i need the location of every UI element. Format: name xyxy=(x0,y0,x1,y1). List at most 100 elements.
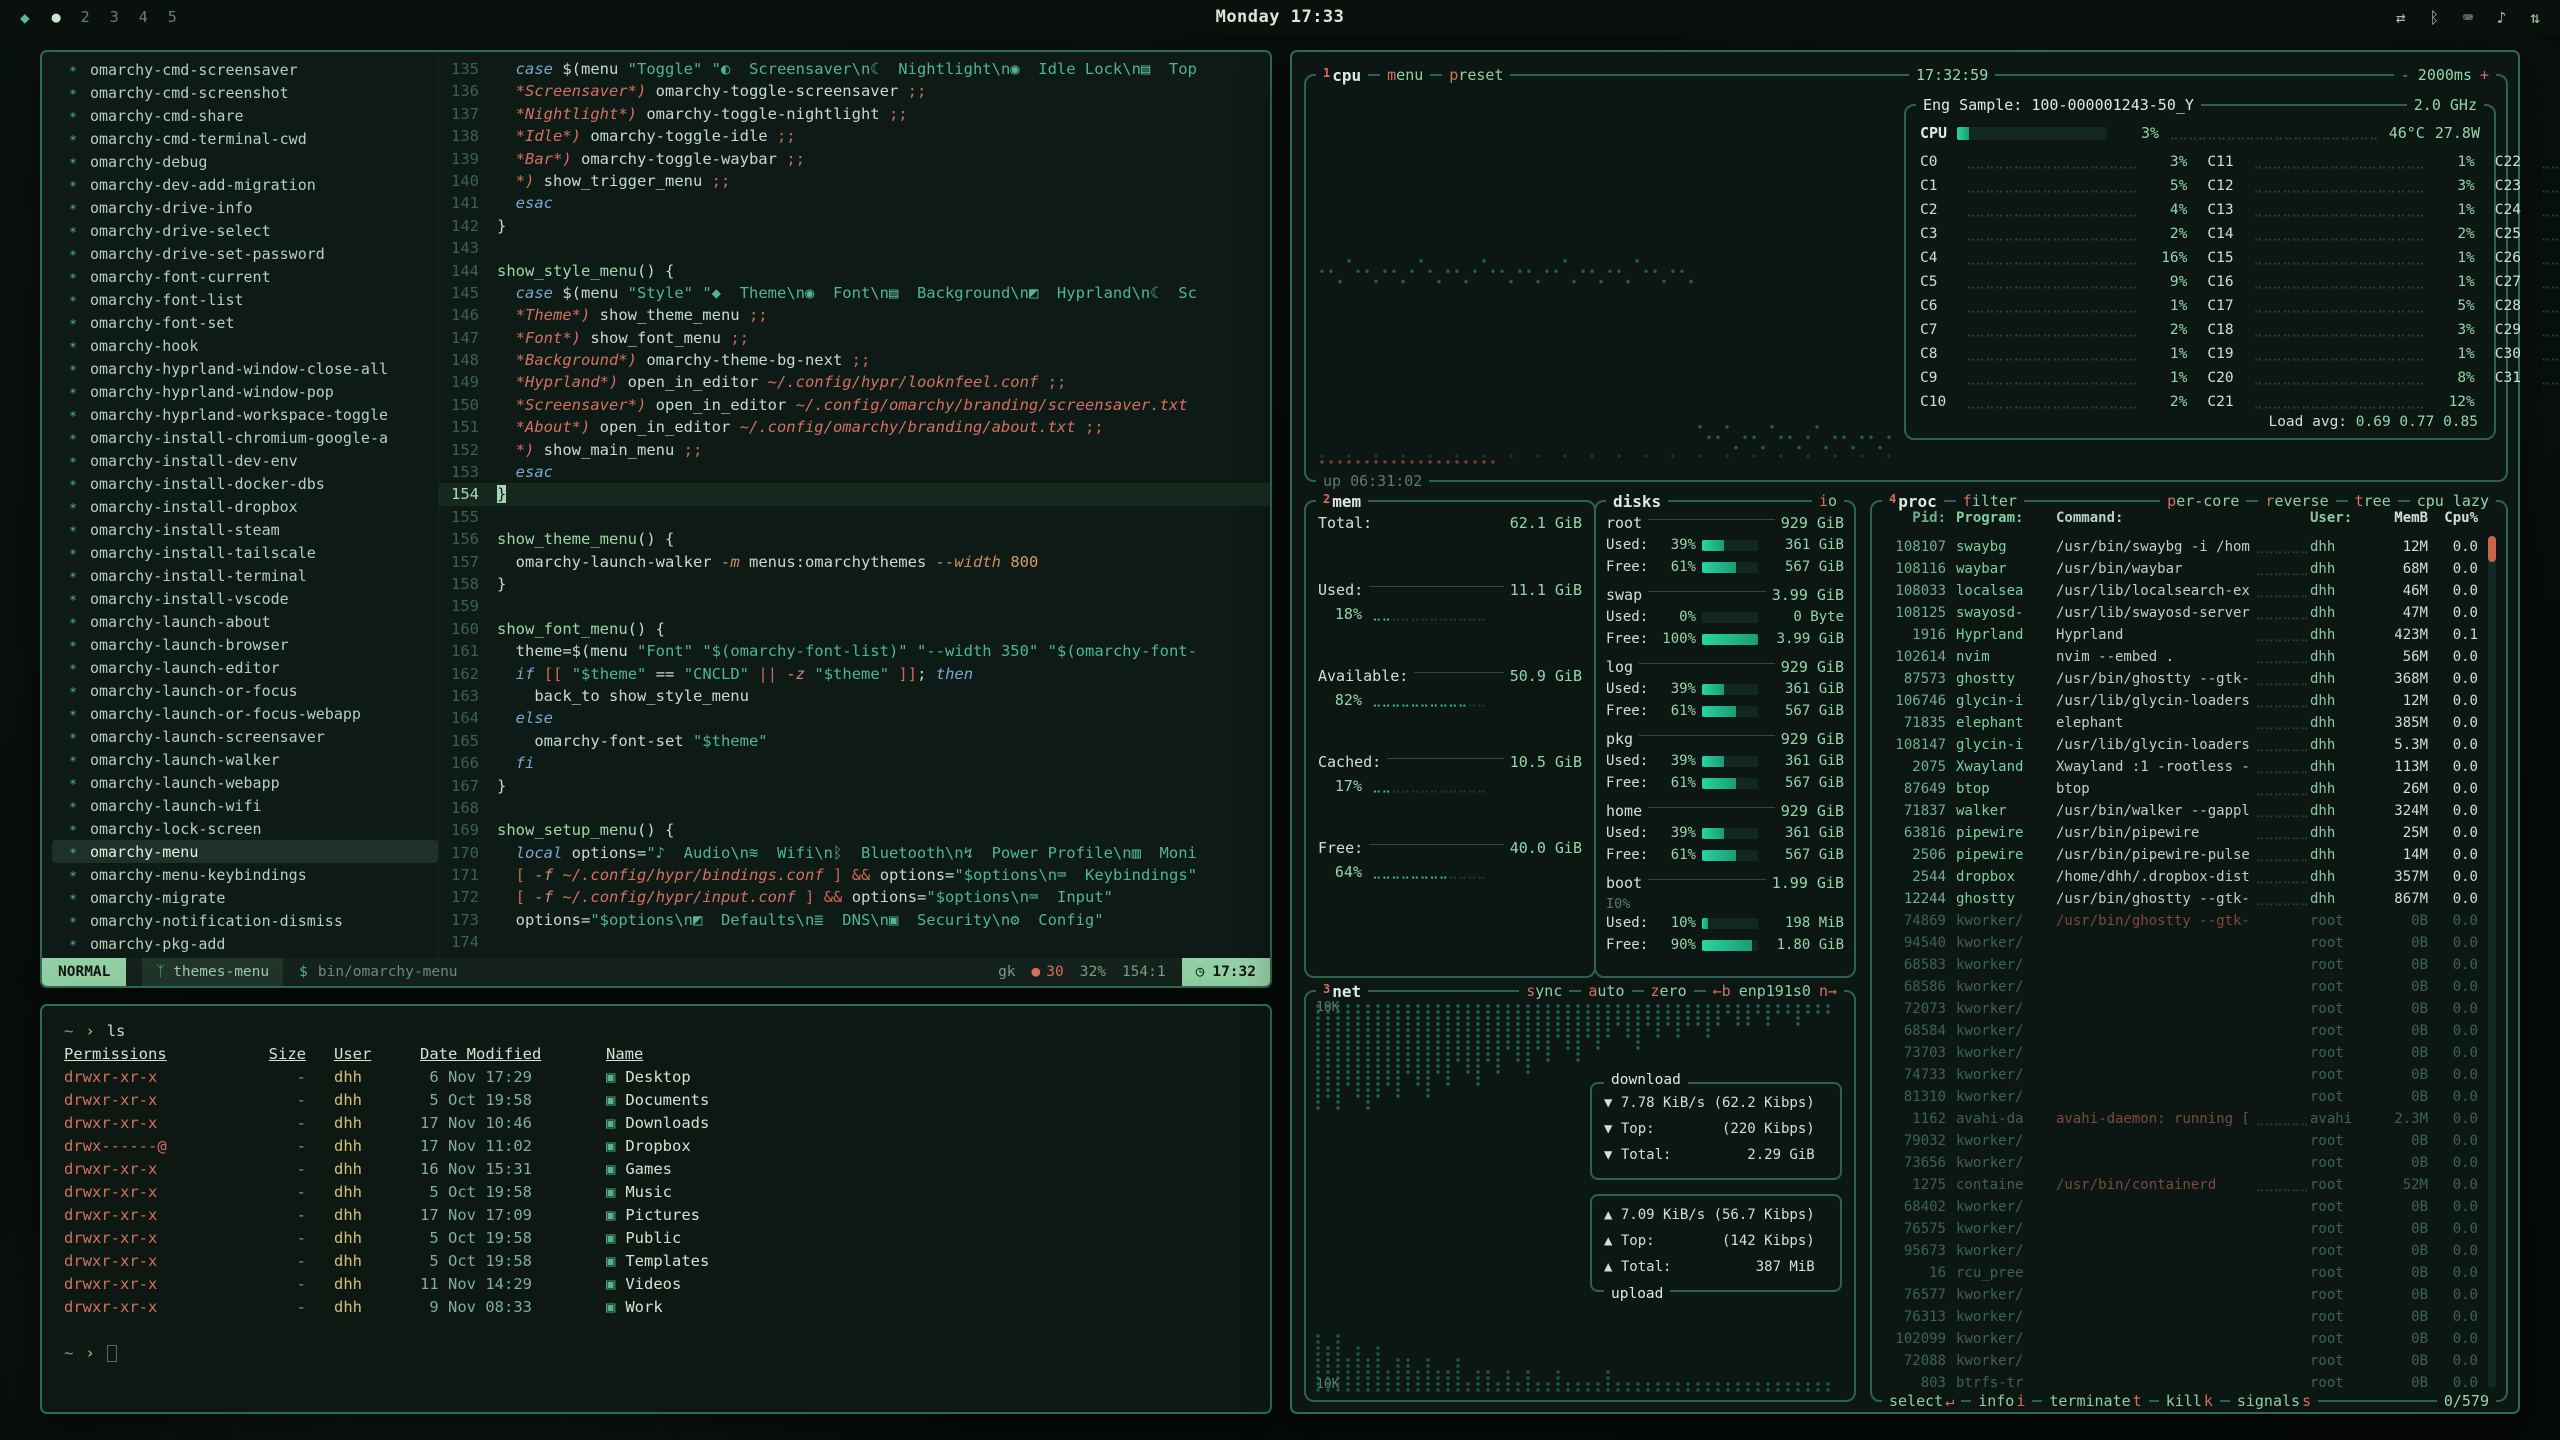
directory-name[interactable]: ▣Videos xyxy=(606,1273,681,1296)
menu-button[interactable]: menu xyxy=(1380,66,1430,84)
file-tree-item[interactable]: ∗omarchy-drive-info xyxy=(52,196,438,219)
per-core-button[interactable]: per-core xyxy=(2160,492,2246,510)
workspace-5[interactable]: 5 xyxy=(168,8,177,26)
file-tree-item[interactable]: ∗omarchy-launch-screensaver xyxy=(52,725,438,748)
process-row[interactable]: 68584kworker/root0B0.0 xyxy=(1884,1020,2478,1042)
clock[interactable]: Monday 17:33 xyxy=(1216,7,1345,27)
file-tree-item[interactable]: ∗omarchy-cmd-share xyxy=(52,104,438,127)
file-tree-item[interactable]: ∗omarchy-menu xyxy=(52,840,438,863)
proc-columns-header[interactable]: Pid: Program: Command: User: MemB Cpu% xyxy=(1884,510,2478,534)
proc-scrollbar-thumb[interactable] xyxy=(2488,536,2496,562)
file-tree-item[interactable]: ∗omarchy-cmd-screensaver xyxy=(52,58,438,81)
directory-name[interactable]: ▣Desktop xyxy=(606,1066,691,1089)
process-row[interactable]: 76577kworker/root0B0.0 xyxy=(1884,1284,2478,1306)
interval-increase-button[interactable]: + xyxy=(2480,66,2489,84)
file-tree-item[interactable]: ∗omarchy-drive-set-password xyxy=(52,242,438,265)
process-row[interactable]: 2544dropbox/home/dhh/.dropbox-dist⣀⣀⣀⣀⣀⣀… xyxy=(1884,866,2478,888)
process-row[interactable]: 72088kworker/root0B0.0 xyxy=(1884,1350,2478,1372)
directory-name[interactable]: ▣Downloads xyxy=(606,1112,709,1135)
file-tree-item[interactable]: ∗omarchy-drive-select xyxy=(52,219,438,242)
file-tree-item[interactable]: ∗omarchy-font-set xyxy=(52,311,438,334)
file-tree-item[interactable]: ∗omarchy-cmd-terminal-cwd xyxy=(52,127,438,150)
file-tree-item[interactable]: ∗omarchy-launch-walker xyxy=(52,748,438,771)
preset-button[interactable]: preset xyxy=(1442,66,1510,84)
process-list[interactable]: 108107swaybg/usr/bin/swaybg -i /hom⣀⣀⣀⣀⣀… xyxy=(1884,536,2478,1388)
proc-scrollbar[interactable] xyxy=(2488,536,2496,1388)
process-row[interactable]: 68402kworker/root0B0.0 xyxy=(1884,1196,2478,1218)
process-row[interactable]: 102614nvimnvim --embed .⣀⣀⣀⣀⣀⣀dhh56M0.0 xyxy=(1884,646,2478,668)
process-row[interactable]: 68583kworker/root0B0.0 xyxy=(1884,954,2478,976)
process-row[interactable]: 1275containe/usr/bin/containerd⣀⣀⣀⣀⣀⣀roo… xyxy=(1884,1174,2478,1196)
file-tree-item[interactable]: ∗omarchy-lock-screen xyxy=(52,817,438,840)
sort-mode[interactable]: cpu lazy xyxy=(2410,492,2496,510)
process-row[interactable]: 72073kworker/root0B0.0 xyxy=(1884,998,2478,1020)
proc-select-button[interactable]: select ↵ xyxy=(1882,1392,1961,1410)
process-row[interactable]: 108125swayosd-/usr/lib/swayosd-server⣀⣀⣀… xyxy=(1884,602,2478,624)
process-row[interactable]: 74869kworker//usr/bin/ghostty --gtk-root… xyxy=(1884,910,2478,932)
launcher-icon[interactable]: ◆ xyxy=(20,8,30,27)
file-tree-item[interactable]: ∗omarchy-install-dropbox xyxy=(52,495,438,518)
interval-decrease-button[interactable]: - xyxy=(2401,66,2410,84)
file-tree-item[interactable]: ∗omarchy-install-terminal xyxy=(52,564,438,587)
process-row[interactable]: 73703kworker/root0B0.0 xyxy=(1884,1042,2478,1064)
process-row[interactable]: 2075XwaylandXwayland :1 -rootless -⣀⣀⣀⣀⣀… xyxy=(1884,756,2478,778)
tree-button[interactable]: tree xyxy=(2348,492,2398,510)
directory-name[interactable]: ▣Templates xyxy=(606,1250,709,1273)
diagnostics-badge[interactable]: ● 30 xyxy=(1032,964,1064,980)
process-row[interactable]: 71837walker/usr/bin/walker --gappl⣀⣀⣀⣀⣀⣀… xyxy=(1884,800,2478,822)
file-tree-item[interactable]: ∗omarchy-font-current xyxy=(52,265,438,288)
proc-signals-button[interactable]: signals s xyxy=(2230,1392,2318,1410)
file-tree-item[interactable]: ∗omarchy-menu-keybindings xyxy=(52,863,438,886)
file-tree-item[interactable]: ∗omarchy-install-tailscale xyxy=(52,541,438,564)
git-branch[interactable]: ᛉ themes-menu xyxy=(142,958,283,986)
proc-terminate-button[interactable]: terminate t xyxy=(2042,1392,2148,1410)
directory-name[interactable]: ▣Games xyxy=(606,1158,672,1181)
process-row[interactable]: 108033localsea/usr/lib/localsearch-ex⣀⣀⣀… xyxy=(1884,580,2478,602)
screen-share-icon[interactable]: ⇄ xyxy=(2396,8,2406,27)
workspace-1[interactable]: ● xyxy=(52,8,61,26)
file-tree-item[interactable]: ∗omarchy-migrate xyxy=(52,886,438,909)
file-tree-item[interactable]: ∗omarchy-install-docker-dbs xyxy=(52,472,438,495)
directory-name[interactable]: ▣Dropbox xyxy=(606,1135,691,1158)
process-row[interactable]: 81310kworker/root0B0.0 xyxy=(1884,1086,2478,1108)
keyboard-icon[interactable]: ⌨ xyxy=(2463,8,2473,27)
directory-name[interactable]: ▣Music xyxy=(606,1181,672,1204)
network-icon[interactable]: ⇅ xyxy=(2530,8,2540,27)
process-row[interactable]: 94540kworker/root0B0.0 xyxy=(1884,932,2478,954)
io-mode-button[interactable]: io xyxy=(1812,492,1844,510)
process-row[interactable]: 1916HyprlandHyprland⣀⣀⣀⣀⣀⣀dhh423M0.1 xyxy=(1884,624,2478,646)
process-row[interactable]: 63816pipewire/usr/bin/pipewire⣀⣀⣀⣀⣀⣀dhh2… xyxy=(1884,822,2478,844)
proc-info-button[interactable]: info i xyxy=(1971,1392,2032,1410)
file-tree-item[interactable]: ∗omarchy-hook xyxy=(52,334,438,357)
process-row[interactable]: 16rcu_preeroot0B0.0 xyxy=(1884,1262,2478,1284)
file-tree-item[interactable]: ∗omarchy-launch-editor xyxy=(52,656,438,679)
code-area[interactable]: 135 case $(menu "Toggle" "◐ Screensaver\… xyxy=(438,52,1270,958)
process-row[interactable]: 108116waybar/usr/bin/waybar⣀⣀⣀⣀⣀⣀dhh68M0… xyxy=(1884,558,2478,580)
file-tree-item[interactable]: ∗omarchy-launch-wifi xyxy=(52,794,438,817)
file-tree-item[interactable]: ∗omarchy-launch-browser xyxy=(52,633,438,656)
process-row[interactable]: 76313kworker/root0B0.0 xyxy=(1884,1306,2478,1328)
process-row[interactable]: 87573ghostty/usr/bin/ghostty --gtk-⣀⣀⣀⣀⣀… xyxy=(1884,668,2478,690)
file-tree-item[interactable]: ∗omarchy-cmd-screenshot xyxy=(52,81,438,104)
process-row[interactable]: 71835elephantelephant⣀⣀⣀⣀⣀⣀dhh385M0.0 xyxy=(1884,712,2478,734)
process-row[interactable]: 108107swaybg/usr/bin/swaybg -i /hom⣀⣀⣀⣀⣀… xyxy=(1884,536,2478,558)
file-tree-item[interactable]: ∗omarchy-hyprland-workspace-toggle xyxy=(52,403,438,426)
directory-name[interactable]: ▣Public xyxy=(606,1227,681,1250)
file-tree-item[interactable]: ∗omarchy-notification-dismiss xyxy=(52,909,438,932)
workspace-4[interactable]: 4 xyxy=(139,8,148,26)
prompt-line-empty[interactable]: ~› xyxy=(64,1342,1248,1365)
process-row[interactable]: 108147glycin-i/usr/lib/glycin-loaders⣀⣀⣀… xyxy=(1884,734,2478,756)
terminal-window[interactable]: ~›ls Permissions Size User Date Modified… xyxy=(40,1004,1272,1414)
file-tree-item[interactable]: ∗omarchy-launch-webapp xyxy=(52,771,438,794)
process-row[interactable]: 803btrfs-trroot0B0.0 xyxy=(1884,1372,2478,1388)
process-row[interactable]: 87649btopbtop⣀⣀⣀⣀⣀⣀dhh26M0.0 xyxy=(1884,778,2478,800)
workspace-3[interactable]: 3 xyxy=(110,8,119,26)
process-row[interactable]: 1162avahi-daavahi-daemon: running [⣀⣀⣀⣀⣀… xyxy=(1884,1108,2478,1130)
process-row[interactable]: 68586kworker/root0B0.0 xyxy=(1884,976,2478,998)
reverse-button[interactable]: reverse xyxy=(2258,492,2335,510)
volume-icon[interactable]: ♪ xyxy=(2497,8,2507,27)
process-row[interactable]: 73656kworker/root0B0.0 xyxy=(1884,1152,2478,1174)
file-tree-item[interactable]: ∗omarchy-install-dev-env xyxy=(52,449,438,472)
file-tree-item[interactable]: ∗omarchy-launch-or-focus xyxy=(52,679,438,702)
proc-kill-button[interactable]: kill k xyxy=(2159,1392,2220,1410)
